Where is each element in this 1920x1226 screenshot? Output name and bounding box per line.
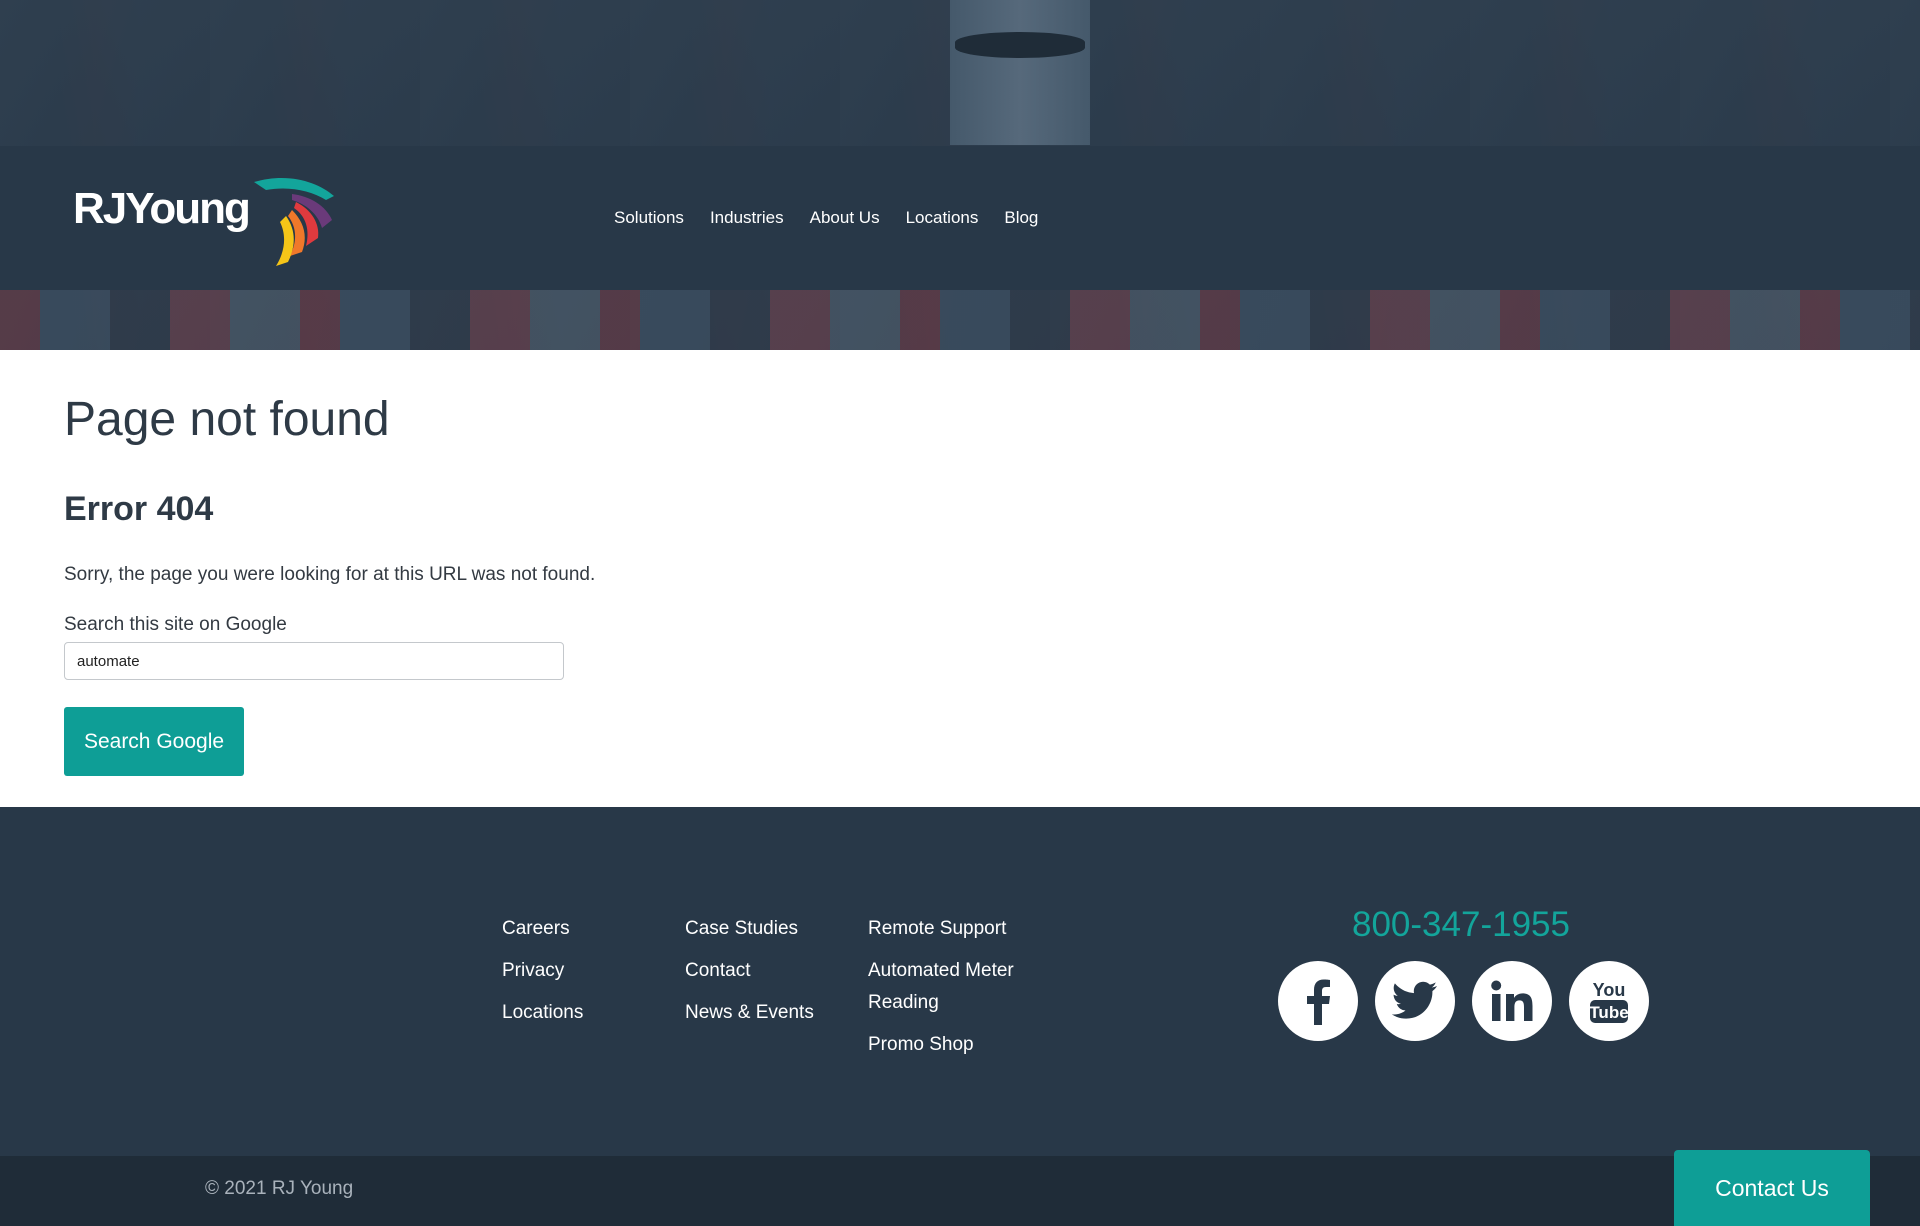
facebook-button[interactable] (1278, 961, 1358, 1041)
main-nav: Solutions Industries About Us Locations … (614, 208, 1064, 228)
linkedin-icon (1491, 980, 1533, 1021)
footer-bottom-bar: © 2021 RJ Young (0, 1156, 1920, 1226)
error-message: Sorry, the page you were looking for at … (64, 564, 596, 585)
footer-link-contact[interactable]: Contact (685, 955, 814, 987)
youtube-button[interactable]: You Tube (1569, 961, 1649, 1041)
site-header: RJYoung Solutions Industries About Us Lo… (0, 146, 1920, 290)
search-google-button[interactable]: Search Google (64, 707, 244, 776)
hero-crowd-image (0, 290, 1920, 350)
footer-link-case-studies[interactable]: Case Studies (685, 913, 814, 945)
copyright-text: © 2021 RJ Young (205, 1178, 354, 1199)
nav-blog[interactable]: Blog (1004, 208, 1038, 228)
facebook-icon (1307, 979, 1330, 1025)
twitter-icon (1392, 981, 1437, 1019)
site-footer: Careers Privacy Locations Case Studies C… (0, 807, 1920, 1156)
hero-pillar-band (955, 32, 1085, 58)
footer-link-remote-support[interactable]: Remote Support (868, 913, 1048, 945)
phone-number[interactable]: 800-347-1955 (1352, 905, 1570, 945)
footer-link-privacy[interactable]: Privacy (502, 955, 583, 987)
social-links: You Tube (1278, 961, 1666, 1041)
svg-text:You: You (1593, 980, 1626, 1000)
footer-link-news-events[interactable]: News & Events (685, 997, 814, 1029)
error-heading: Error 404 (64, 490, 214, 528)
footer-link-careers[interactable]: Careers (502, 913, 583, 945)
footer-links-col3: Remote Support Automated Meter Reading P… (868, 913, 1048, 1071)
footer-link-automated-meter-reading[interactable]: Automated Meter Reading (868, 955, 1048, 1019)
footer-links-col2: Case Studies Contact News & Events (685, 913, 814, 1039)
rjyoung-logo[interactable]: RJYoung (73, 176, 334, 266)
search-label: Search this site on Google (64, 614, 287, 635)
footer-link-locations[interactable]: Locations (502, 997, 583, 1029)
footer-links-col1: Careers Privacy Locations (502, 913, 583, 1039)
contact-us-button[interactable]: Contact Us (1674, 1150, 1870, 1226)
nav-locations[interactable]: Locations (906, 208, 979, 228)
twitter-button[interactable] (1375, 961, 1455, 1041)
svg-text:Tube: Tube (1589, 1003, 1628, 1022)
nav-industries[interactable]: Industries (710, 208, 784, 228)
youtube-icon: You Tube (1589, 980, 1629, 1023)
search-input[interactable] (64, 642, 564, 680)
footer-link-promo-shop[interactable]: Promo Shop (868, 1029, 1048, 1061)
page-title: Page not found (64, 393, 390, 446)
hero-pillar (950, 0, 1090, 145)
logo-feather-icon (254, 177, 334, 266)
nav-about-us[interactable]: About Us (810, 208, 880, 228)
linkedin-button[interactable] (1472, 961, 1552, 1041)
logo-text: RJYoung (73, 184, 251, 233)
nav-solutions[interactable]: Solutions (614, 208, 684, 228)
